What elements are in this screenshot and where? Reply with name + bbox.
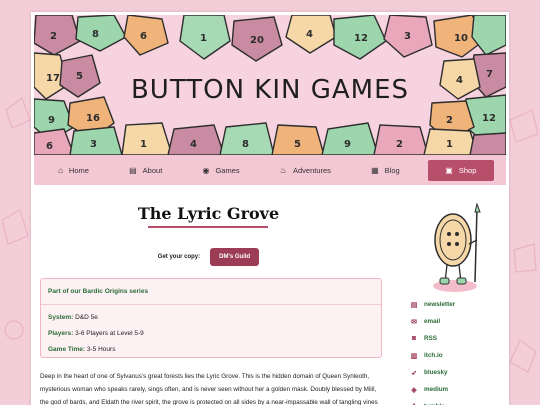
newsletter-icon: ▤: [410, 301, 418, 309]
email-icon: ✉: [411, 318, 417, 326]
itchio-icon: ▥: [410, 352, 418, 360]
game-time-row: Game Time: 3-5 Hours: [48, 346, 374, 353]
svg-text:8: 8: [92, 29, 99, 40]
page-title: The Lyric Grove: [137, 204, 280, 223]
link-newsletter[interactable]: ▤ newsletter: [410, 296, 500, 313]
link-tumblr[interactable]: t tumblr: [410, 398, 500, 405]
svg-text:5: 5: [294, 139, 301, 150]
game-time-value: 3-5 Hours: [86, 346, 116, 353]
fire-icon: ♨: [279, 165, 287, 175]
nav-home[interactable]: ⌂ Home: [46, 160, 101, 181]
players-label: Players:: [48, 330, 74, 337]
game-info-box: Part of our Bardic Origins series System…: [40, 278, 382, 358]
social-links: ▤ newsletter ✉ email ◙ RSS ▥ itch.io ➶ b…: [410, 296, 500, 405]
info-divider: [41, 304, 381, 305]
link-label: RSS: [424, 335, 437, 342]
link-label: newsletter: [424, 301, 456, 308]
header-banner: 286 1 20 4 12 3 10 17 5 9 16 7 4 12 2 631 485 921…: [34, 15, 506, 155]
svg-text:6: 6: [46, 141, 53, 152]
system-row: System: D&D 5e: [48, 314, 374, 321]
link-label: itch.io: [424, 352, 443, 359]
nav-about[interactable]: ▤ About: [117, 160, 174, 181]
link-medium[interactable]: ◈ medium: [410, 381, 500, 398]
svg-text:2: 2: [50, 31, 57, 42]
get-copy-row: Get your copy: DM's Guild: [31, 248, 386, 266]
nav-label: Home: [68, 165, 89, 175]
system-label: System:: [48, 314, 74, 321]
svg-text:10: 10: [454, 33, 468, 44]
link-label: email: [424, 318, 441, 325]
nav-label: Games: [215, 165, 240, 175]
svg-text:3: 3: [90, 139, 97, 150]
link-rss[interactable]: ◙ RSS: [410, 330, 500, 347]
svg-text:1: 1: [200, 33, 207, 44]
page-container: 286 1 20 4 12 3 10 17 5 9 16 7 4 12 2 631 485 921…: [31, 12, 509, 405]
svg-text:20: 20: [250, 35, 264, 46]
svg-text:4: 4: [306, 29, 313, 40]
nav-label: Blog: [384, 165, 400, 175]
nav-label: Shop: [458, 165, 477, 175]
bag-icon: ▣: [445, 165, 453, 175]
svg-text:12: 12: [482, 113, 496, 124]
svg-text:8: 8: [242, 139, 249, 150]
link-label: bluesky: [424, 369, 448, 376]
palette-icon: ◉: [202, 165, 210, 175]
link-bluesky[interactable]: ➶ bluesky: [410, 364, 500, 381]
svg-text:6: 6: [140, 31, 147, 42]
button-mascot-illustration: [433, 202, 481, 292]
svg-text:4: 4: [190, 139, 197, 150]
nav-games[interactable]: ◉ Games: [190, 160, 251, 181]
game-time-label: Game Time:: [48, 346, 86, 353]
dms-guild-button[interactable]: DM's Guild: [210, 248, 260, 266]
nav-blog[interactable]: ▦ Blog: [359, 160, 412, 181]
site-title: BUTTON KIN GAMES: [130, 75, 410, 105]
link-itchio[interactable]: ▥ itch.io: [410, 347, 500, 364]
rss-icon: ◙: [411, 335, 417, 342]
svg-text:12: 12: [354, 33, 368, 44]
title-underline: [148, 226, 268, 228]
nav-label: About: [142, 165, 163, 175]
get-copy-label: Get your copy:: [157, 254, 201, 260]
mastodon-icon: ◈: [411, 386, 417, 394]
system-value: D&D 5e: [75, 314, 98, 321]
link-email[interactable]: ✉ email: [410, 313, 500, 330]
svg-text:16: 16: [86, 113, 100, 124]
svg-text:9: 9: [344, 139, 351, 150]
series-link[interactable]: Part of our Bardic Origins series: [48, 288, 374, 295]
svg-text:9: 9: [48, 115, 55, 126]
svg-text:1: 1: [140, 139, 147, 150]
main-nav: ⌂ Home ▤ About ◉ Games ♨ Adventures ▦ Bl…: [34, 155, 506, 185]
svg-text:1: 1: [446, 139, 453, 150]
description-paragraph: Deep in the heart of one of Sylvanus's g…: [40, 373, 378, 405]
nav-adventures[interactable]: ♨ Adventures: [268, 160, 343, 181]
svg-text:2: 2: [396, 139, 403, 150]
players-value: 3-6 Players at Level 5-9: [75, 330, 144, 337]
link-label: medium: [424, 386, 449, 393]
nav-shop[interactable]: ▣ Shop: [427, 159, 494, 181]
book-icon: ▤: [129, 165, 137, 175]
newspaper-icon: ▦: [371, 165, 379, 175]
players-row: Players: 3-6 Players at Level 5-9: [48, 330, 374, 337]
svg-text:2: 2: [446, 115, 453, 126]
nav-label: Adventures: [292, 165, 331, 175]
svg-text:3: 3: [404, 31, 411, 42]
home-icon: ⌂: [58, 165, 63, 175]
bluesky-icon: ➶: [411, 369, 417, 377]
